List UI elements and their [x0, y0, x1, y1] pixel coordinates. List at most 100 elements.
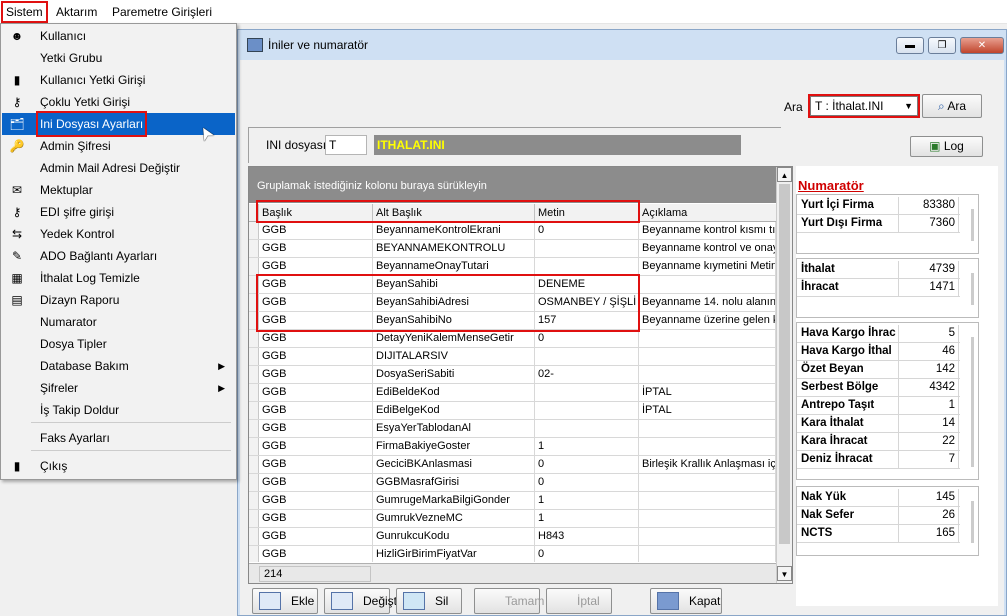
menu-item-7[interactable]: Admin Mail Adresi Değiştir [2, 157, 235, 179]
window-client: Ara T : İthalat.INI ▼ ⌕ Ara INI dosyası … [240, 60, 1004, 615]
menu-sistem[interactable]: Sistem [1, 1, 48, 23]
menu-bar: Sistem Aktarım Paremetre Girişleri [0, 0, 1007, 24]
connection-icon: ✎ [11, 249, 23, 263]
table-cell: FirmaBakiyeGoster [373, 438, 535, 455]
row-indicator [249, 258, 259, 275]
table-row[interactable]: GGB GeciciBKAnlasmasi 0 Birleşik Krallık An… [249, 456, 776, 474]
menu-item-13[interactable]: ▤ Dizayn Raporu [2, 289, 235, 311]
table-cell [535, 258, 639, 275]
table-row[interactable]: GGB EdiBeldeKod İPTAL [249, 384, 776, 402]
menu-item-9[interactable]: ⚷ EDI şifre girişi [2, 201, 235, 223]
minimize-button[interactable]: ▬ [896, 37, 924, 54]
table-row[interactable]: GGB GGBMasrafGirisi 0 [249, 474, 776, 492]
menu-item-1[interactable]: ☻ Kullanıcı [2, 25, 235, 47]
ara-button[interactable]: ⌕ Ara [922, 94, 982, 118]
table-row[interactable]: GGB DosyaSeriSabiti 02- [249, 366, 776, 384]
numarator-value: 145 [899, 489, 959, 506]
menu-item-19[interactable]: Faks Ayarları [2, 427, 235, 449]
table-row[interactable]: GGB FirmaBakiyeGoster 1 [249, 438, 776, 456]
keys-icon: ⚷ [12, 205, 22, 219]
menu-item-14[interactable]: Numarator [2, 311, 235, 333]
group-scrollbar[interactable] [971, 273, 974, 305]
log-button[interactable]: ▣ Log [910, 136, 983, 157]
maximize-button[interactable]: ❐ [928, 37, 956, 54]
menu-item-3[interactable]: ▮ Kullanıcı Yetki Girişi [2, 69, 235, 91]
close-button[interactable]: ✕ [960, 37, 1004, 54]
table-row[interactable]: GGB HizliGirBirimFiyatVar 0 [249, 546, 776, 562]
numarator-value: 7360 [899, 215, 959, 232]
keys-icon: ⚷ [12, 95, 22, 109]
group-scrollbar[interactable] [971, 501, 974, 543]
title-bar: İniler ve numaratör ▬ ❐ ✕ [238, 30, 1006, 60]
menu-item-2[interactable]: Yetki Grubu [2, 47, 235, 69]
menu-item-20[interactable]: ▮ Çıkış [2, 455, 235, 477]
table-cell: İPTAL [639, 402, 776, 419]
numarator-row: Serbest Bölge 4342 [797, 379, 960, 397]
tamam-button[interactable]: Tamam [474, 588, 544, 614]
row-indicator [249, 492, 259, 509]
menu-separator [31, 422, 231, 423]
sistem-dropdown-menu: ☻ Kullanıcı Yetki Grubu ▮ Kullanıcı Yetki Gi… [0, 23, 237, 480]
numarator-group: Nak Yük 145 Nak Sefer 26 NCTS 165 [796, 486, 979, 556]
numarator-label: Yurt İçi Firma [801, 197, 899, 214]
col-aciklama[interactable]: Açıklama [639, 204, 776, 222]
iptal-button[interactable]: İptal [546, 588, 612, 614]
record-count: 214 [259, 566, 371, 582]
table-cell: DIJITALARSIV [373, 348, 535, 365]
menu-item-12[interactable]: ▦ İthalat Log Temizle [2, 267, 235, 289]
table-cell: EdiBeldeKod [373, 384, 535, 401]
numarator-row: İhracat 1471 [797, 279, 960, 297]
scroll-down-icon[interactable]: ▼ [777, 566, 792, 581]
numarator-row: Deniz İhracat 7 [797, 451, 960, 469]
kapat-label: Kapat [689, 594, 721, 608]
ini-select-combo[interactable]: T : İthalat.INI ▼ [808, 94, 920, 118]
menu-item-17[interactable]: Şifreler ▶ [2, 377, 235, 399]
numarator-value: 26 [899, 507, 959, 524]
table-row[interactable]: GGB BeyannameKontrolEkrani 0 Beyanname kont… [249, 222, 776, 240]
table-row[interactable]: GGB EsyaYerTablodanAl [249, 420, 776, 438]
menu-item-18[interactable]: İş Takip Doldur [2, 399, 235, 421]
sil-button[interactable]: Sil [396, 588, 462, 614]
log-icon: ▣ [929, 139, 941, 153]
table-row[interactable]: GGB BEYANNAMEKONTROLU Beyanname kontrol ve… [249, 240, 776, 258]
letter-icon: ✉ [11, 183, 23, 197]
ini-label: INI dosyası [266, 138, 327, 152]
menu-item-8[interactable]: ✉ Mektuplar [2, 179, 235, 201]
ekle-button[interactable]: Ekle [252, 588, 318, 614]
menu-item-15[interactable]: Dosya Tipler [2, 333, 235, 355]
log-button-label: Log [943, 139, 964, 153]
grid-rows: GGB BeyannameKontrolEkrani 0 Beyanname kont… [249, 222, 776, 562]
header-highlight [256, 200, 640, 223]
menu-item-16[interactable]: Database Bakım ▶ [2, 355, 235, 377]
table-cell: GumrugeMarkaBilgiGonder [373, 492, 535, 509]
group-by-panel[interactable]: Gruplamak istediğiniz kolonu buraya sürü… [249, 167, 776, 203]
numarator-value: 4342 [899, 379, 959, 396]
menu-parametre-girisleri[interactable]: Paremetre Girişleri [109, 3, 215, 21]
table-row[interactable]: GGB DetayYeniKalemMenseGetir 0 [249, 330, 776, 348]
menu-item-label: Ini Dosyası Ayarları [35, 111, 148, 137]
table-cell: GunrukcuKodu [373, 528, 535, 545]
numarator-row: Yurt İçi Firma 83380 [797, 197, 960, 215]
table-row[interactable]: GGB EdiBelgeKod İPTAL [249, 402, 776, 420]
table-row[interactable]: GGB BeyannameOnayTutari Beyanname kıymetin… [249, 258, 776, 276]
table-row[interactable]: GGB GumrukVezneMC 1 [249, 510, 776, 528]
table-cell: EdiBelgeKod [373, 402, 535, 419]
group-scrollbar[interactable] [971, 209, 974, 241]
group-scrollbar[interactable] [971, 337, 974, 467]
grid-vertical-scrollbar[interactable]: ▲ ▼ [776, 167, 792, 583]
scroll-up-icon[interactable]: ▲ [777, 167, 792, 182]
kapat-button[interactable]: Kapat [650, 588, 722, 614]
table-row[interactable]: GGB GunrukcuKodu H843 [249, 528, 776, 546]
table-row[interactable]: GGB DIJITALARSIV [249, 348, 776, 366]
menu-item-10[interactable]: ⇆ Yedek Kontrol [2, 223, 235, 245]
scroll-thumb[interactable] [779, 184, 790, 544]
ini-code-field[interactable]: T [325, 135, 367, 155]
table-row[interactable]: GGB GumrugeMarkaBilgiGonder 1 [249, 492, 776, 510]
menu-item-11[interactable]: ✎ ADO Bağlantı Ayarları [2, 245, 235, 267]
new-document-icon [259, 592, 281, 610]
degistir-button[interactable]: Değiştir [324, 588, 404, 614]
menu-aktarim[interactable]: Aktarım [53, 3, 100, 21]
menu-item-label: İthalat Log Temizle [40, 271, 140, 285]
menu-item-label: Mektuplar [40, 183, 93, 197]
menu-item-4[interactable]: ⚷ Çoklu Yetki Girişi [2, 91, 235, 113]
